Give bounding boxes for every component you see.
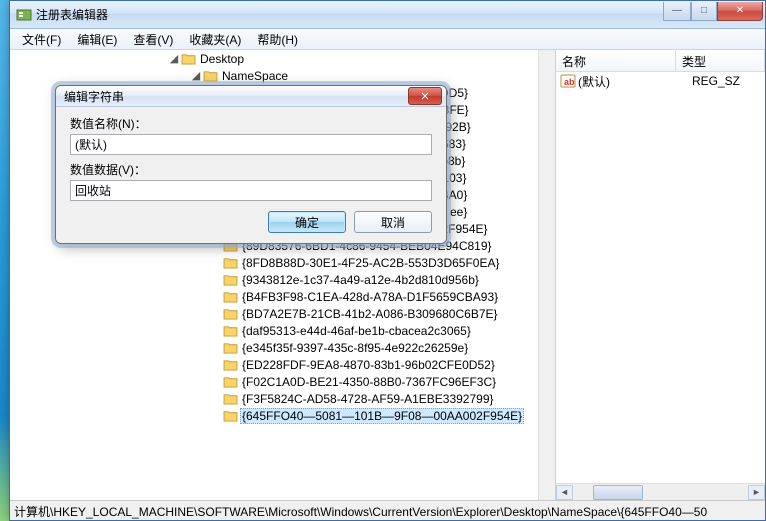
values-horizontal-scrollbar[interactable]: ◄ ► bbox=[556, 483, 765, 500]
regedit-icon bbox=[16, 7, 32, 23]
tree-node-desktop[interactable]: ◢ Desktop bbox=[10, 50, 555, 67]
tree-node-guid[interactable]: {e345f35f-9397-435c-8f95-4e922c26259e} bbox=[10, 339, 555, 356]
edit-string-dialog: 编辑字符串 ✕ 数值名称(N)： 数值数据(V)： 确定 取消 bbox=[55, 85, 447, 244]
close-button[interactable]: ✕ bbox=[717, 2, 763, 21]
dialog-title: 编辑字符串 bbox=[64, 88, 408, 105]
folder-icon bbox=[180, 52, 196, 66]
tree-label: {e345f35f-9397-435c-8f95-4e922c26259e} bbox=[240, 341, 470, 355]
statusbar: 计算机\HKEY_LOCAL_MACHINE\SOFTWARE\Microsof… bbox=[10, 500, 765, 520]
tree-node-guid[interactable]: {BD7A2E7B-21CB-41b2-A086-B309680C6B7E} bbox=[10, 305, 555, 322]
column-header-name[interactable]: 名称 bbox=[556, 50, 676, 71]
menu-help[interactable]: 帮助(H) bbox=[249, 29, 306, 50]
dialog-titlebar[interactable]: 编辑字符串 ✕ bbox=[56, 86, 446, 107]
value-type: REG_SZ bbox=[692, 74, 765, 88]
tree-node-namespace[interactable]: ◢ NameSpace bbox=[10, 67, 555, 84]
value-data-input[interactable] bbox=[70, 180, 432, 201]
tree-label: Desktop bbox=[198, 52, 246, 66]
menu-edit[interactable]: 编辑(E) bbox=[69, 29, 125, 50]
folder-icon bbox=[222, 324, 238, 338]
tree-label: {645FFO40—5081—101B—9F08—00AA002F954E} bbox=[240, 408, 524, 424]
menu-view[interactable]: 查看(V) bbox=[125, 29, 181, 50]
tree-label: {F02C1A0D-BE21-4350-88B0-7367FC96EF3C} bbox=[240, 375, 498, 389]
tree-node-guid[interactable]: {daf95313-e44d-46af-be1b-cbacea2c3065} bbox=[10, 322, 555, 339]
value-data-label: 数值数据(V)： bbox=[70, 161, 432, 178]
tree-node-guid[interactable]: {F02C1A0D-BE21-4350-88B0-7367FC96EF3C} bbox=[10, 373, 555, 390]
titlebar[interactable]: 注册表编辑器 — □ ✕ bbox=[10, 1, 765, 29]
tree-node-guid[interactable]: {8FD8B88D-30E1-4F25-AC2B-553D3D65F0EA} bbox=[10, 254, 555, 271]
folder-icon bbox=[222, 358, 238, 372]
folder-icon bbox=[222, 409, 238, 423]
menubar: 文件(F) 编辑(E) 查看(V) 收藏夹(A) 帮助(H) bbox=[10, 29, 765, 50]
collapse-icon[interactable]: ◢ bbox=[168, 52, 180, 65]
window-title: 注册表编辑器 bbox=[36, 6, 663, 23]
tree-node-guid[interactable]: {B4FB3F98-C1EA-428d-A78A-D1F5659CBA93} bbox=[10, 288, 555, 305]
tree-label: {B4FB3F98-C1EA-428d-A78A-D1F5659CBA93} bbox=[240, 290, 500, 304]
value-name-label: 数值名称(N)： bbox=[70, 115, 432, 132]
grid-body[interactable]: ab (默认) REG_SZ bbox=[556, 72, 765, 483]
menu-file[interactable]: 文件(F) bbox=[14, 29, 69, 50]
tree-vertical-scrollbar[interactable] bbox=[538, 50, 555, 500]
collapse-icon[interactable]: ◢ bbox=[190, 69, 202, 82]
desktop-left-edge bbox=[0, 0, 9, 521]
dialog-close-button[interactable]: ✕ bbox=[408, 87, 442, 105]
tree-label: {9343812e-1c37-4a49-a12e-4b2d810d956b} bbox=[240, 273, 481, 287]
tree-label: {BD7A2E7B-21CB-41b2-A086-B309680C6B7E} bbox=[240, 307, 500, 321]
folder-icon bbox=[222, 256, 238, 270]
value-name-input[interactable] bbox=[70, 134, 432, 155]
values-pane: 名称 类型 ab (默认) REG_SZ ◄ ► bbox=[556, 50, 765, 500]
tree-node-guid[interactable]: {F3F5824C-AD58-4728-AF59-A1EBE3392799} bbox=[10, 390, 555, 407]
tree-node-guid[interactable]: {645FFO40—5081—101B—9F08—00AA002F954E} bbox=[10, 407, 555, 424]
scroll-left-arrow[interactable]: ◄ bbox=[556, 485, 573, 500]
svg-text:ab: ab bbox=[564, 77, 575, 87]
folder-icon bbox=[222, 375, 238, 389]
folder-icon bbox=[222, 273, 238, 287]
scroll-right-arrow[interactable]: ► bbox=[748, 485, 765, 500]
column-header-type[interactable]: 类型 bbox=[676, 50, 765, 71]
ok-button[interactable]: 确定 bbox=[268, 211, 346, 233]
tree-label: {F3F5824C-AD58-4728-AF59-A1EBE3392799} bbox=[240, 392, 496, 406]
folder-icon bbox=[222, 341, 238, 355]
tree-label: {8FD8B88D-30E1-4F25-AC2B-553D3D65F0EA} bbox=[240, 256, 501, 270]
value-row[interactable]: ab (默认) REG_SZ bbox=[556, 72, 765, 90]
tree-label: {ED228FDF-9EA8-4870-83b1-96b02CFE0D52} bbox=[240, 358, 497, 372]
tree-node-guid[interactable]: {ED228FDF-9EA8-4870-83b1-96b02CFE0D52} bbox=[10, 356, 555, 373]
folder-icon bbox=[222, 290, 238, 304]
menu-favorites[interactable]: 收藏夹(A) bbox=[181, 29, 249, 50]
folder-icon bbox=[222, 307, 238, 321]
cancel-button[interactable]: 取消 bbox=[354, 211, 432, 233]
scroll-track[interactable] bbox=[573, 485, 748, 500]
regedit-window: 注册表编辑器 — □ ✕ 文件(F) 编辑(E) 查看(V) 收藏夹(A) 帮助… bbox=[9, 0, 766, 521]
value-name: (默认) bbox=[578, 73, 692, 90]
grid-header: 名称 类型 bbox=[556, 50, 765, 72]
folder-icon bbox=[222, 392, 238, 406]
tree-label: {daf95313-e44d-46af-be1b-cbacea2c3065} bbox=[240, 324, 473, 338]
string-value-icon: ab bbox=[560, 73, 576, 89]
folder-icon bbox=[202, 69, 218, 83]
dialog-body: 数值名称(N)： 数值数据(V)： 确定 取消 bbox=[56, 107, 446, 243]
tree-label: NameSpace bbox=[220, 69, 290, 83]
maximize-button[interactable]: □ bbox=[691, 2, 717, 21]
minimize-button[interactable]: — bbox=[663, 2, 691, 21]
scroll-thumb[interactable] bbox=[593, 485, 643, 500]
window-controls: — □ ✕ bbox=[663, 2, 763, 22]
tree-node-guid[interactable]: {9343812e-1c37-4a49-a12e-4b2d810d956b} bbox=[10, 271, 555, 288]
status-path: 计算机\HKEY_LOCAL_MACHINE\SOFTWARE\Microsof… bbox=[14, 505, 707, 519]
